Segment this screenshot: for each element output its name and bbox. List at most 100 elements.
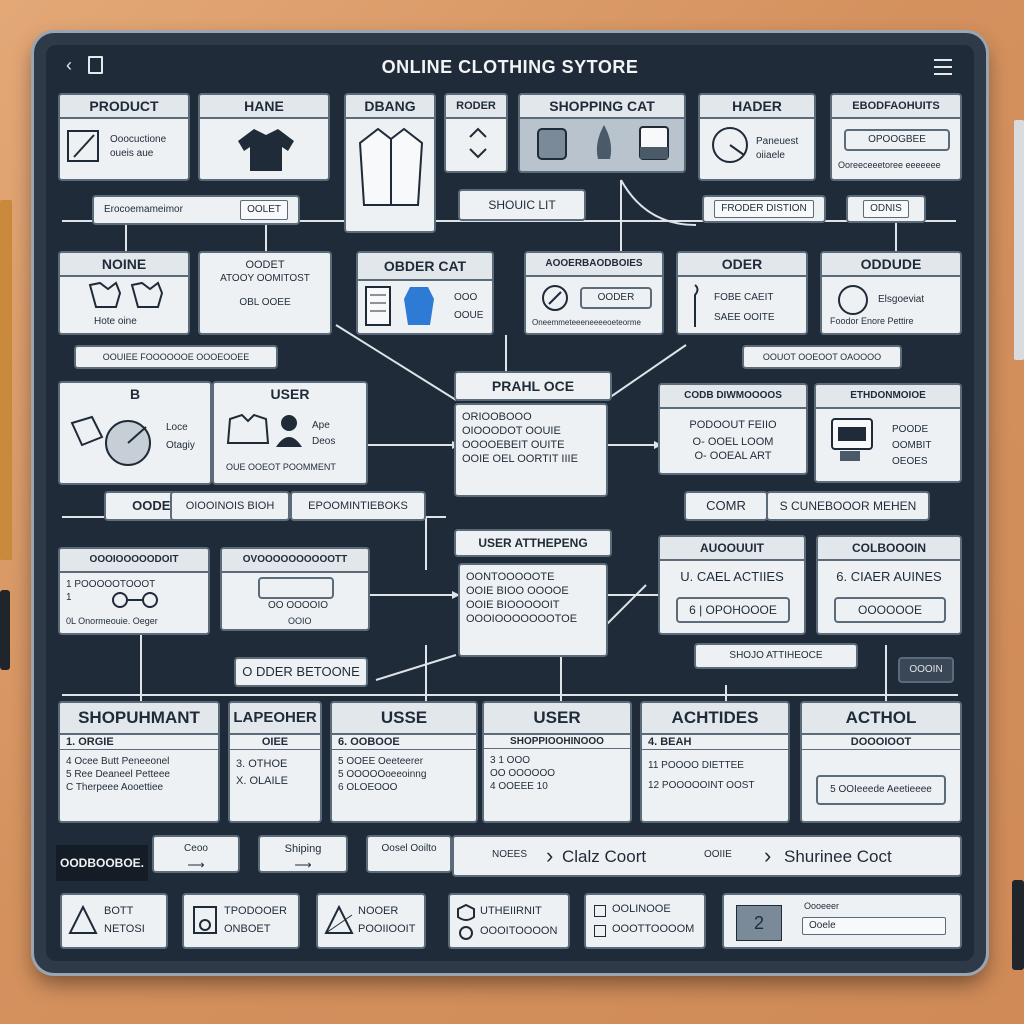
shojo-button[interactable]: SHOJO ATTIHEOCE — [694, 643, 858, 669]
colld-button[interactable]: OOOOOOE — [834, 597, 946, 623]
chevron-right-icon: › — [546, 843, 554, 868]
aboout-line-1: U. CAEL ACTIIES — [680, 569, 784, 584]
product-search-button[interactable]: OOLET — [240, 200, 288, 220]
bookmarks-button[interactable]: OPOOGBEE — [844, 129, 950, 151]
header-card-title: HADER — [700, 95, 814, 119]
colld-line-1: 6. CIAER AUINES — [836, 569, 942, 584]
document-list-icon — [365, 286, 391, 326]
footer-tile-4[interactable]: UTHEIIRNIT OOOITOOOON — [448, 893, 570, 949]
prame-title-tab[interactable]: PRAHL OCE — [454, 371, 612, 401]
aboout-button[interactable]: 6 | OPOHOOOE — [676, 597, 790, 623]
checkbox-icon[interactable] — [594, 925, 606, 937]
ovoq-card[interactable]: OVOOOOOOOOOOTT OO OOOOIO OOIO — [220, 547, 370, 631]
prame-list-card[interactable]: ORIOOBOOO OIOOODOT OOUIE OOOOEBEIT OUITE… — [454, 403, 608, 497]
product-card[interactable]: PRODUCT Ooocuctione oueis aue — [58, 93, 190, 181]
row5-card-2-item-1: 3. OTHOE — [236, 758, 288, 770]
orderis-card[interactable]: OOOIOOOOODOIT 1 POOOOOTOOOT 1 0L Onormeo… — [58, 547, 210, 635]
nav-button-1[interactable]: Ceoo ⟶ — [152, 835, 240, 873]
strip3-tab-2[interactable]: OIOOINOIS BIOH — [170, 491, 290, 521]
order-cart-title: OBDER CAT — [358, 253, 492, 281]
shojo-label: SHOJO ATTIHEOCE — [729, 650, 823, 661]
colld-card[interactable]: COLBOOOIN 6. CIAER AUINES OOOOOOE — [816, 535, 962, 635]
product-distion-button[interactable]: FRODER DISTION — [702, 195, 826, 223]
codd-card[interactable]: CODB DIWMOOOOS PODOOUT FEIIO O- OOEL LOO… — [658, 383, 808, 475]
design-card[interactable]: DBANG — [344, 93, 436, 233]
footer-tile-3[interactable]: NOOER POOIIOOIT — [316, 893, 426, 949]
arrow-right-icon: ⟶ — [187, 858, 205, 872]
strip2-right-label[interactable]: OOUOT OOEOOT OAOOOO — [742, 345, 902, 369]
user-att-list-card[interactable]: OONTOOOOOTE OOIE BIOO OOOOE OOIE BIOOOOO… — [458, 563, 608, 657]
odnis-button[interactable]: ODNIS — [846, 195, 926, 223]
nav-button-2[interactable]: Shiping ⟶ — [258, 835, 348, 873]
ooin-button[interactable]: OOOIN — [898, 657, 954, 683]
user-card[interactable]: USER Ape Deos OUE OOEOT POOMMENT — [212, 381, 368, 485]
breadcrumb-bar[interactable]: NOEES › Clalz Coort OOIIE › Shurinee Coc… — [452, 835, 962, 877]
ethd-line-3: OEOES — [892, 456, 928, 467]
strip3-tab-5[interactable]: S CUNEBOOOR MEHEN — [766, 491, 930, 521]
row5-card-4[interactable]: USER SHOPPIOOHINOOO 3 1 OOO OO OOOOOO 4 … — [482, 701, 632, 823]
box-icon — [639, 126, 669, 160]
order-cart-card[interactable]: OBDER CAT OOO OOUE — [356, 251, 494, 335]
ordude-card[interactable]: ODDUDE Elsgoeviat Foodor Enore Pettire — [820, 251, 962, 335]
footer-tile-6[interactable]: 2 Oooeeer Ooele — [722, 893, 962, 949]
strip2-left-text: OOUIEE FOOOOOOE OOOEOOEE — [102, 352, 250, 362]
row5-card-1-item-2: 5 Ree Deaneel Petteee — [66, 769, 170, 780]
footer-tile-6-field[interactable]: Ooele — [802, 917, 946, 935]
row5-card-6-button-label: 5 OOIeeede Aeetieeee — [830, 784, 932, 795]
ovoq-line-1: OO OOOOIO — [268, 600, 329, 611]
row5-card-3-item-1: 5 OOEE Oeeteerer — [338, 756, 424, 767]
breadcrumb-value-2: Shurinee Coct — [784, 847, 892, 866]
name-card[interactable]: HANE — [198, 93, 330, 181]
strip3-tab-3[interactable]: EPOOMINTIEBOKS — [290, 491, 426, 521]
order-mini-card[interactable]: RODER — [444, 93, 508, 173]
shoe-list-button[interactable]: SHOUIC LIT — [458, 189, 586, 221]
ovoq-field[interactable] — [258, 577, 334, 599]
accessories-card[interactable]: AOOERBAODBOIES OODER Oneemmeteeeneeeeoet… — [524, 251, 664, 335]
hamburger-menu-icon[interactable] — [934, 59, 952, 75]
product-search-field[interactable]: Erocoemameimor OOLET — [92, 195, 300, 225]
aboout-button-label: 6 | OPOHOOOE — [689, 603, 777, 617]
order-before-button[interactable]: O DDER BETOONE — [234, 657, 368, 687]
row5-card-6[interactable]: ACTHOL DOOOIOOT 5 OOIeeede Aeetieeee — [800, 701, 962, 823]
row5-card-3[interactable]: USSE 6. OOBOOE 5 OOEE Oeeteerer 5 OOOOOo… — [330, 701, 478, 823]
strip3-tab-4[interactable]: COMR — [684, 491, 768, 521]
row5-card-4-item-3: 4 OOEEE 10 — [490, 781, 548, 792]
order-cart-line-1: OOO — [454, 292, 478, 303]
odnis-label: ODNIS — [863, 200, 909, 218]
home-card[interactable]: NOINE Hote oine — [58, 251, 190, 335]
nav-button-3[interactable]: Oosel Ooilto — [366, 835, 452, 873]
footer-tile-1[interactable]: BOTT NETOSI — [60, 893, 168, 949]
order-an-line-3: OBL OOEE — [239, 297, 291, 308]
chevron-down-icon — [469, 148, 487, 159]
row5-card-6-button[interactable]: 5 OOIeeede Aeetieeee — [816, 775, 946, 805]
footer-tile-2[interactable]: TPODOOER ONBOET — [182, 893, 300, 949]
nav-button-2-label: Shiping — [284, 843, 322, 855]
order-card[interactable]: ODER FOBE CAEIT SAEE OOITE — [676, 251, 808, 335]
order-an-card[interactable]: OODET ATOOY OOMITOST OBL OOEE — [198, 251, 332, 335]
checkbox-icon[interactable] — [594, 905, 606, 917]
ethd-card-title: ETHDONMOIOE — [816, 385, 960, 409]
row5-card-1[interactable]: SHOPUHMANT 1. ORGIE 4 Ocee Butt Peneeone… — [58, 701, 220, 823]
product-card-title: PRODUCT — [60, 95, 188, 119]
ethd-card[interactable]: ETHDONMOIOE POODE OOMBIT OEOES — [814, 383, 962, 483]
row5-card-2-title: LAPEOHER — [230, 703, 320, 735]
app-title: ONLINE CLOTHING SYTORE — [381, 57, 639, 77]
shopping-cart-card[interactable]: SHOPPING CAT — [518, 93, 686, 173]
b-card[interactable]: B Loce Otagiy — [58, 381, 212, 485]
row5-card-5[interactable]: ACHTIDES 4. BEAH 11 POOOO DIETTEE 12 POO… — [640, 701, 790, 823]
aboout-card[interactable]: AUOOUUIT U. CAEL ACTIIES 6 | OPOHOOOE — [658, 535, 806, 635]
footer-tile-5[interactable]: OOLINOOE OOOTTOOOOM — [584, 893, 706, 949]
header-card[interactable]: HADER Paneuest oiiaele — [698, 93, 816, 181]
ordude-card-title: ODDUDE — [822, 253, 960, 277]
row5-card-2[interactable]: LAPEOHER OIEE 3. OTHOE X. OLAILE — [228, 701, 322, 823]
strip2-left-label[interactable]: OOUIEE FOOOOOOE OOOEOOEE — [74, 345, 278, 369]
tablet-device: ‹ ONLINE CLOTHING SYTORE PRODUCT Ooocuct… — [34, 33, 986, 973]
bookmarks-card[interactable]: EBODFAOHUITS OPOOGBEE Ooreeceeetoree eee… — [830, 93, 962, 181]
codd-line-3: O- OOEAL ART — [694, 450, 772, 462]
row5-card-3-head: 6. OOBOOE — [332, 735, 476, 750]
hanger-icon — [694, 284, 699, 327]
tent-icon — [68, 905, 98, 934]
accessories-order-button[interactable]: OODER — [580, 287, 652, 309]
person-icon — [276, 415, 302, 447]
user-att-tab[interactable]: USER ATTHEPENG — [454, 529, 612, 557]
